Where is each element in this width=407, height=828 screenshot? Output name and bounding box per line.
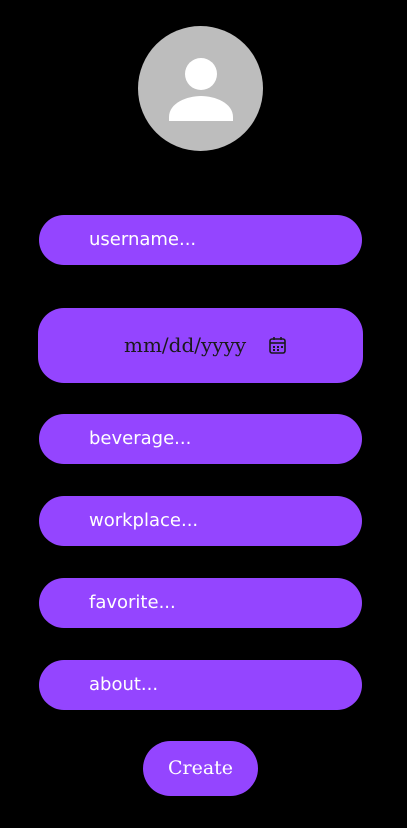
beverage-input[interactable] xyxy=(39,414,362,464)
about-input[interactable] xyxy=(39,660,362,710)
avatar xyxy=(138,26,263,151)
username-input[interactable] xyxy=(39,215,362,265)
person-icon xyxy=(169,58,233,121)
workplace-input[interactable] xyxy=(39,496,362,546)
favorite-input[interactable] xyxy=(39,578,362,628)
create-button[interactable]: Create xyxy=(143,741,258,796)
birthdate-input[interactable]: mm/dd/yyyy xyxy=(38,308,363,383)
calendar-icon[interactable] xyxy=(268,336,287,355)
birthdate-placeholder: mm/dd/yyyy xyxy=(124,333,247,357)
